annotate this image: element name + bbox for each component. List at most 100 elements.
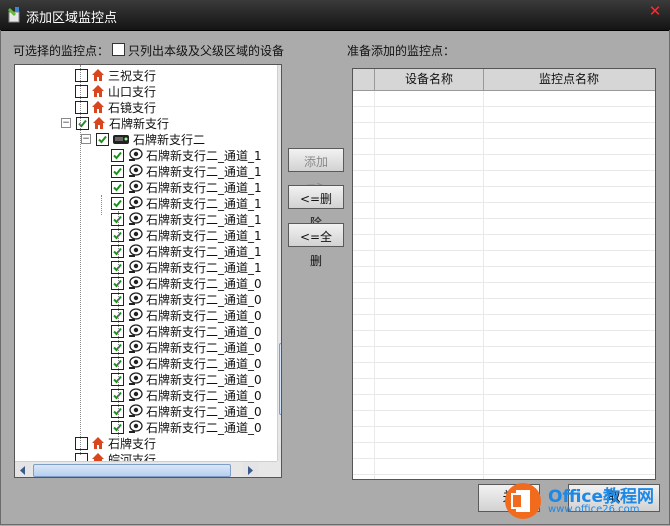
tree-item-label: 石牌新支行二_通道_0	[146, 324, 262, 339]
title-bar: 添加区域监控点 ✕	[0, 0, 670, 31]
tree-item-checkbox[interactable]	[75, 100, 88, 114]
horizontal-scroll-thumb[interactable]	[33, 464, 231, 477]
camera-icon	[127, 228, 143, 242]
watermark-url: www.office26.com	[548, 504, 640, 515]
monitor-point-tree[interactable]: 三祝支行 山口支行 石镜支行 − 石牌新支行 − 石牌新支行二 石牌新支行二_通道_1 石牌新支…	[14, 64, 282, 478]
camera-icon	[127, 308, 143, 322]
add-button[interactable]: 添加=>	[288, 148, 344, 193]
camera-icon	[127, 212, 143, 226]
tree-connector-line	[101, 195, 102, 215]
tree-item[interactable]: 石镜支行	[75, 99, 156, 115]
grid-header: 设备名称 监控点名称	[353, 69, 655, 91]
tree-item-label: 石牌新支行二_通道_0	[146, 308, 262, 323]
scroll-down-icon[interactable]	[278, 445, 281, 461]
camera-icon	[127, 404, 143, 418]
tree-item[interactable]: 石牌新支行二_通道_0	[111, 323, 262, 339]
tree-item[interactable]: 石牌新支行二_通道_0	[111, 419, 262, 435]
tree-item-checkbox[interactable]	[111, 196, 124, 210]
branch-house-icon	[91, 436, 105, 450]
scroll-left-icon[interactable]	[15, 462, 31, 477]
tree-item-label: 石牌新支行二_通道_1	[146, 260, 262, 275]
watermark: Office教程网 www.office26.com	[500, 478, 670, 526]
tree-item-label: 石牌新支行二_通道_0	[146, 404, 262, 419]
tree-item-checkbox[interactable]	[75, 84, 88, 98]
branch-house-icon	[92, 116, 106, 130]
tree-item[interactable]: − 石牌新支行	[61, 115, 169, 131]
tree-horizontal-scrollbar[interactable]	[15, 461, 277, 477]
tree-item-label: 石牌新支行二_通道_1	[146, 164, 262, 179]
scroll-up-icon[interactable]	[278, 65, 281, 81]
grid-divider	[374, 91, 375, 479]
tree-item-label: 石牌新支行二_通道_0	[146, 340, 262, 355]
remove-all-button[interactable]: <=全删	[288, 223, 344, 268]
tree-item-label: 石牌新支行二_通道_0	[146, 292, 262, 307]
remove-button[interactable]: <=删除	[288, 185, 344, 230]
camera-icon	[127, 340, 143, 354]
tree-vertical-scrollbar[interactable]	[277, 65, 281, 461]
tree-item[interactable]: 石牌新支行二_通道_0	[111, 355, 262, 371]
tree-item[interactable]: 石牌新支行二_通道_0	[111, 387, 262, 403]
tree-item[interactable]: 石牌新支行二_通道_0	[111, 371, 262, 387]
tree-item[interactable]: 石牌新支行二_通道_1	[111, 195, 262, 211]
tree-item[interactable]: 石牌新支行二_通道_1	[111, 163, 262, 179]
tree-item-checkbox[interactable]	[111, 164, 124, 178]
tree-item-label: 三祝支行	[108, 68, 157, 83]
tree-item[interactable]: 石牌新支行二_通道_0	[111, 291, 262, 307]
column-point-name[interactable]: 监控点名称	[484, 69, 654, 90]
tree-item[interactable]: 石牌新支行二_通道_0	[111, 339, 262, 355]
tree-item-checkbox[interactable]	[111, 180, 124, 194]
camera-icon	[127, 276, 143, 290]
pending-points-grid[interactable]: 设备名称 监控点名称	[352, 68, 656, 480]
tree-item-checkbox[interactable]	[96, 132, 109, 146]
tree-item[interactable]: 石牌新支行二_通道_0	[111, 403, 262, 419]
tree-item[interactable]: − 石牌新支行二	[81, 131, 205, 147]
branch-house-icon	[91, 68, 105, 82]
tree-item[interactable]: 山口支行	[75, 83, 156, 99]
tree-item-label: 山口支行	[108, 84, 157, 99]
tree-item-label: 石牌新支行二	[133, 132, 206, 147]
tree-item[interactable]: 石牌新支行二_通道_1	[111, 259, 262, 275]
tree-item-label: 石牌新支行二_通道_1	[146, 228, 262, 243]
tree-item[interactable]: 石牌新支行二_通道_0	[111, 275, 262, 291]
tree-item[interactable]: 三祝支行	[75, 67, 156, 83]
tree-item-checkbox[interactable]	[75, 436, 88, 450]
close-button[interactable]: ✕	[646, 3, 664, 19]
tree-item-checkbox[interactable]	[75, 68, 88, 82]
tree-item[interactable]: 石牌新支行二_通道_0	[111, 307, 262, 323]
camera-icon	[127, 388, 143, 402]
camera-icon	[127, 180, 143, 194]
camera-icon	[127, 292, 143, 306]
tree-item[interactable]: 石牌新支行二_通道_1	[111, 227, 262, 243]
tree-item-label: 石牌新支行	[109, 116, 170, 131]
app-icon	[8, 7, 20, 23]
tree-item[interactable]: 石牌新支行二_通道_1	[111, 243, 262, 259]
collapse-icon[interactable]: −	[81, 134, 91, 144]
camera-icon	[127, 196, 143, 210]
tree-item-label: 石牌新支行二_通道_0	[146, 276, 262, 291]
grid-rows	[353, 91, 655, 479]
tree-item-label: 石牌新支行二_通道_0	[146, 388, 262, 403]
tree-item[interactable]: 石牌新支行二_通道_1	[111, 211, 262, 227]
filter-checkbox[interactable]	[112, 43, 125, 56]
device-icon	[112, 132, 130, 146]
collapse-icon[interactable]: −	[61, 118, 71, 128]
vertical-scroll-thumb[interactable]	[279, 343, 281, 415]
tree-item-label: 石牌支行	[108, 436, 157, 451]
office-logo-icon	[505, 483, 541, 519]
camera-icon	[127, 324, 143, 338]
tree-item[interactable]: 石牌新支行二_通道_1	[111, 179, 262, 195]
tree-item-label: 石牌新支行二_通道_0	[146, 372, 262, 387]
tree-item[interactable]: 石牌新支行二_通道_1	[111, 147, 262, 163]
tree-item-label: 石镜支行	[108, 100, 157, 115]
camera-icon	[127, 260, 143, 274]
tree-item[interactable]: 石牌支行	[75, 435, 156, 451]
column-device-name[interactable]: 设备名称	[375, 69, 484, 90]
filter-checkbox-label: 只列出本级及父级区域的设备	[128, 44, 285, 58]
scroll-corner	[277, 461, 281, 477]
tree-item-label: 石牌新支行二_通道_1	[146, 212, 262, 227]
camera-icon	[127, 164, 143, 178]
tree-item-checkbox[interactable]	[111, 148, 124, 162]
scroll-right-icon[interactable]	[243, 462, 259, 477]
tree-item-checkbox[interactable]	[76, 116, 89, 130]
branch-house-icon	[91, 84, 105, 98]
